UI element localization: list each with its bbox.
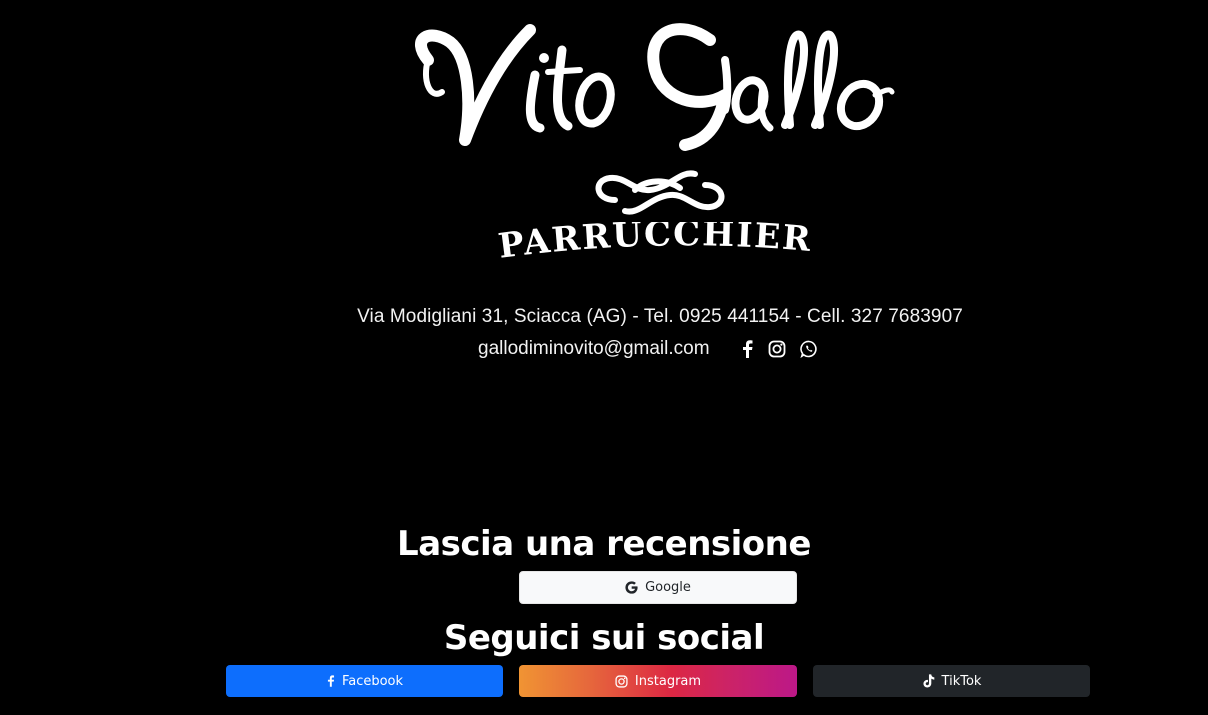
contact-icons	[740, 340, 818, 358]
instagram-icon	[615, 674, 628, 688]
contact-line: Via Modigliani 31, Sciacca (AG) - Tel. 0…	[357, 306, 963, 327]
instagram-label: Instagram	[634, 673, 702, 689]
logo-subtitle-text: PARRUCCHIERI	[490, 222, 812, 267]
logo-wordmark	[415, 23, 895, 151]
facebook-label: Facebook	[341, 673, 404, 689]
tiktok-label: TikTok	[941, 673, 982, 689]
logo-flourish	[595, 170, 725, 215]
review-heading: Lascia una recensione	[397, 524, 811, 564]
tiktok-icon	[922, 674, 935, 688]
google-review-label: Google	[645, 580, 691, 595]
tiktok-button[interactable]: TikTok	[813, 665, 1090, 697]
google-icon	[625, 581, 638, 594]
page: PARRUCCHIERI Via Modigliani 31, Sciacca …	[0, 0, 1208, 715]
brand-logo: PARRUCCHIERI Via Modigliani 31, Sciacca …	[330, 0, 990, 380]
facebook-icon	[740, 340, 754, 358]
logo-subtitle: PARRUCCHIERI	[490, 222, 814, 267]
instagram-icon	[768, 340, 786, 358]
social-heading: Seguici sui social	[443, 618, 765, 658]
google-review-button[interactable]: Google	[519, 571, 797, 604]
email-text: gallodiminovito@gmail.com	[478, 338, 710, 359]
whatsapp-icon	[799, 340, 818, 358]
facebook-button[interactable]: Facebook	[226, 665, 503, 697]
facebook-icon	[326, 674, 335, 688]
svg-text:PARRUCCHIERI: PARRUCCHIERI	[490, 222, 814, 267]
email-row: gallodiminovito@gmail.com	[478, 336, 878, 362]
instagram-button[interactable]: Instagram	[519, 665, 797, 697]
